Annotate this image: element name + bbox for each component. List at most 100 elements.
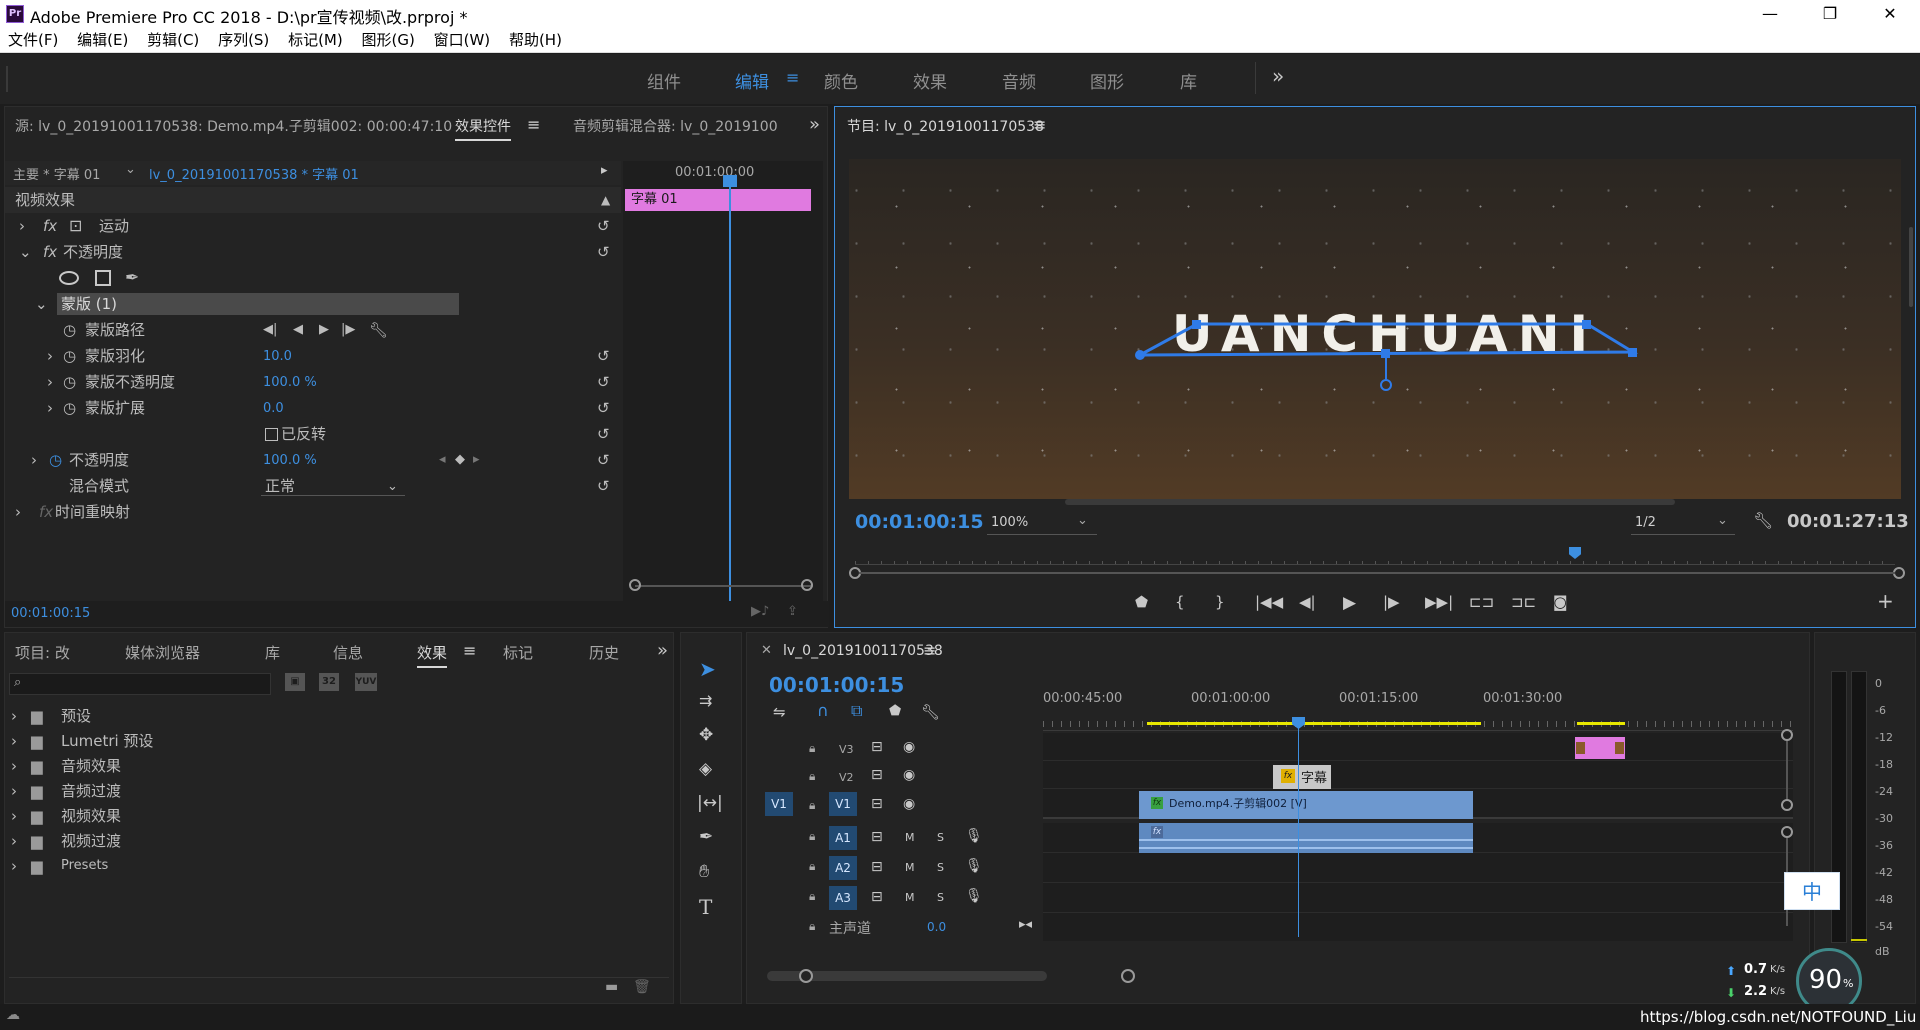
workspace-tab-graphics[interactable]: 图形 [1090,68,1124,93]
chevron-down-icon[interactable]: ⌄ [125,162,136,177]
mask-group-row[interactable]: ⌄ 蒙版 (1) [13,291,621,317]
workspace-menu-icon[interactable]: ≡ [786,68,799,87]
mask-vertex[interactable] [1582,320,1591,329]
track-back-one-icon[interactable]: ◀ [293,317,303,343]
microphone-icon[interactable]: 🎙︎ [965,828,983,844]
v3-track-lane[interactable] [1043,733,1793,761]
v2-track-lane[interactable] [1043,761,1793,789]
inverted-checkbox[interactable] [265,428,278,441]
yuv-effects-button[interactable]: YUV [355,673,377,691]
rectangle-mask-icon[interactable] [95,270,111,286]
sync-lock-icon[interactable]: ⊟ [871,889,883,905]
folder-audio-effects[interactable]: › ▆ 音频效果 [5,753,673,779]
expand-arrow-icon[interactable]: › [47,343,53,369]
maximize-button[interactable]: ❐ [1808,2,1852,26]
play-triangle-icon[interactable]: ▸ [601,163,608,178]
timeline-ruler[interactable]: 00:00:45:00 00:01:00:00 00:01:15:00 00:0… [1043,691,1793,731]
add-marker-icon[interactable]: ⬟ [1135,593,1148,611]
reset-icon[interactable]: ↺ [597,395,610,421]
time-remap-row[interactable]: › fx 时间重映射 [13,499,621,525]
eye-icon[interactable]: ◉ [903,767,915,783]
mute-button[interactable]: M [905,891,915,904]
expand-arrow-icon[interactable]: › [47,369,53,395]
effects-menu-icon[interactable]: ≡ [463,641,476,660]
close-icon[interactable]: ✕ [761,643,772,658]
expand-arrow-icon[interactable]: › [19,213,25,239]
workspace-tab-color[interactable]: 颜色 [824,68,858,93]
lock-icon[interactable]: 🔒︎ [809,859,815,874]
track-select-tool-icon[interactable]: ⇉ [699,691,712,710]
collapse-arrow-icon[interactable]: ⌄ [35,291,48,317]
solo-button[interactable]: S [937,831,944,844]
menu-clip[interactable]: 剪辑(C) [147,28,199,53]
program-monitor-title[interactable]: 节目: lv_0_20191001170538 [847,116,1044,136]
tab-effects[interactable]: 效果 [417,642,448,668]
vscroll-handle-video-top[interactable] [1781,729,1793,741]
eye-icon[interactable]: ◉ [903,739,915,755]
mute-button[interactable]: M [905,831,915,844]
folder-video-transitions[interactable]: › ▆ 视频过渡 [5,828,673,854]
program-time-ruler[interactable] [855,551,1895,565]
program-horizontal-scrollbar[interactable] [1065,499,1675,505]
minimize-button[interactable]: — [1748,2,1792,26]
folder-video-effects[interactable]: › ▆ 视频效果 [5,803,673,829]
zoom-handle-left[interactable] [629,579,641,591]
blend-mode-dropdown[interactable]: 正常 ⌄ [261,476,405,496]
folder-audio-transitions[interactable]: › ▆ 音频过渡 [5,778,673,804]
program-menu-icon[interactable]: ≡ [1033,115,1046,134]
sync-lock-icon[interactable]: ⊟ [871,796,883,812]
mark-out-icon[interactable]: } [1215,593,1225,611]
timeline-timecode[interactable]: 00:01:00:15 [769,673,904,697]
lock-icon[interactable]: 🔒︎ [809,889,815,904]
expand-arrow-icon[interactable]: › [11,778,17,804]
mask-vertex[interactable] [1135,350,1145,360]
collapse-up-icon[interactable]: ▲ [601,187,610,213]
source-patch-v1[interactable]: V1 [765,792,793,816]
play-icon[interactable]: ▶ [1343,593,1356,613]
pen-tool-icon[interactable]: ✒ [699,827,713,847]
effects-search-input[interactable]: ⌕ [9,673,271,695]
fx-icon[interactable]: fx [43,213,57,239]
insert-sequence-nest-icon[interactable]: ⇋ [773,703,786,721]
sequence-clip-label[interactable]: lv_0_20191001170538 * 字幕 01 [149,164,359,183]
expand-arrow-icon[interactable]: › [47,395,53,421]
reset-icon[interactable]: ↺ [597,239,610,265]
add-keyframe-icon[interactable]: ◆ [455,447,465,473]
track-backward-icon[interactable]: ◀| [263,317,277,343]
expand-arrow-icon[interactable]: › [11,853,17,879]
v2-title-clip[interactable]: fx 字幕 [1273,765,1331,789]
timeline-settings-wrench-icon[interactable]: 🔧︎ [921,703,940,721]
program-video-frame[interactable]: UANCHUANI [849,159,1901,499]
program-current-timecode[interactable]: 00:01:00:15 [855,511,984,533]
mark-in-icon[interactable]: { [1175,593,1185,611]
opacity-value[interactable]: 100.0 % [263,448,317,474]
wrench-icon[interactable]: 🔧︎ [369,317,388,343]
microphone-icon[interactable]: 🎙︎ [965,858,983,874]
timeline-sequence-tab[interactable]: lv_0_20191001170538 [783,643,943,659]
menu-sequence[interactable]: 序列(S) [218,28,269,53]
menu-help[interactable]: 帮助(H) [509,28,562,53]
reset-icon[interactable]: ↺ [597,421,610,447]
mask-vertex[interactable] [1192,320,1201,329]
mute-button[interactable]: M [905,861,915,874]
tab-project[interactable]: 项目: 改 [15,642,70,663]
hand-tool-icon[interactable]: ✋︎ [699,861,709,882]
reset-icon[interactable]: ↺ [597,447,610,473]
menu-markers[interactable]: 标记(M) [288,28,343,53]
expand-arrow-icon[interactable]: › [11,728,17,754]
workspace-tab-editing[interactable]: 编辑 [735,68,769,93]
mask-vertex[interactable] [1628,348,1637,357]
program-vertical-scrollbar[interactable] [1909,227,1913,307]
selection-tool-icon[interactable]: ➤ [699,657,716,681]
lift-icon[interactable]: ⊏⊐ [1469,593,1494,611]
lock-icon[interactable]: 🔒︎ [809,741,815,756]
linked-selection-icon[interactable]: ⧉ [851,701,862,721]
workspace-tab-audio[interactable]: 音频 [1002,68,1036,93]
sync-lock-icon[interactable]: ⊟ [871,859,883,875]
new-bin-icon[interactable]: ▬ [605,979,618,995]
expand-arrow-icon[interactable]: › [15,499,21,525]
extract-icon[interactable]: ⊐⊏ [1511,593,1536,611]
more-tabs-icon[interactable]: » [657,640,668,661]
close-button[interactable]: ✕ [1868,2,1912,26]
collapse-arrow-icon[interactable]: ⌄ [19,239,32,265]
